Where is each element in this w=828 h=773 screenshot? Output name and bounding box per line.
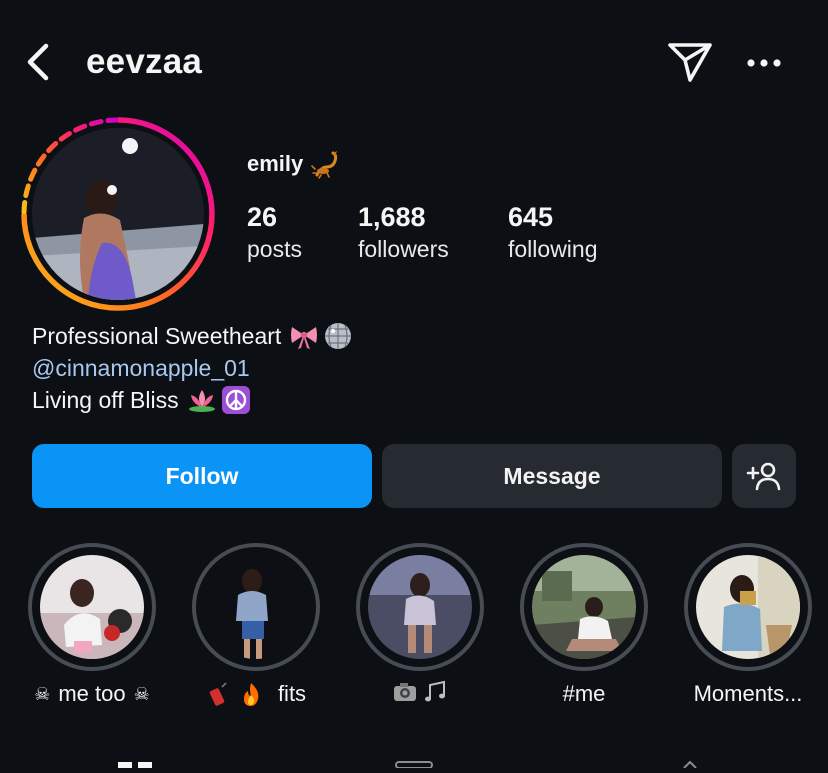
musical-notes-emoji	[425, 680, 445, 702]
message-button[interactable]: Message	[382, 444, 722, 508]
highlight-cover	[696, 555, 800, 659]
highlight-cover	[40, 555, 144, 659]
share-button[interactable]	[666, 40, 714, 84]
profile-avatar[interactable]	[16, 112, 220, 316]
stat-followers[interactable]: 1,688 followers	[358, 200, 449, 264]
stat-following[interactable]: 645 following	[508, 200, 598, 264]
highlight-item[interactable]	[338, 543, 502, 705]
firecracker-emoji	[209, 682, 227, 706]
highlight-label: fits	[277, 681, 307, 706]
highlight-label-row	[338, 679, 502, 705]
scorpion-emoji	[311, 151, 338, 179]
highlight-label: me too	[58, 681, 126, 706]
highlight-cover	[368, 555, 472, 659]
highlight-ring	[192, 543, 320, 671]
stat-posts[interactable]: 26 posts	[247, 200, 302, 264]
highlight-cover	[204, 555, 308, 659]
skull-crossbones-emoji: ☠	[133, 684, 150, 704]
highlight-label: #me	[562, 681, 606, 706]
skull-crossbones-emoji: ☠	[34, 684, 51, 704]
bio-mention-link[interactable]: @cinnamonapple_01	[32, 352, 250, 384]
profile-username: eevzaa	[86, 42, 203, 81]
highlight-ring	[520, 543, 648, 671]
bio: Professional Sweetheart @cinnamonapple_0…	[32, 320, 353, 416]
highlight-ring	[28, 543, 156, 671]
lotus-emoji	[188, 390, 215, 412]
profile-tabs-peek	[0, 755, 828, 769]
highlight-item[interactable]: fits	[174, 543, 338, 709]
stat-posts-label: posts	[247, 236, 302, 262]
highlight-ring	[684, 543, 812, 671]
highlight-ring	[356, 543, 484, 671]
peace-symbol-emoji	[221, 386, 250, 414]
top-bar: eevzaa	[0, 0, 828, 125]
stat-following-value: 645	[508, 202, 554, 232]
avatar-photo	[32, 128, 204, 300]
fire-emoji	[243, 683, 259, 706]
highlight-label: Moments...	[693, 681, 803, 706]
highlight-label-row: #me	[502, 679, 666, 709]
back-button[interactable]	[22, 40, 58, 84]
stat-following-label: following	[508, 236, 598, 262]
ribbon-emoji	[291, 327, 318, 349]
highlight-cover	[532, 555, 636, 659]
camera-flash-emoji	[394, 683, 416, 701]
add-person-icon	[746, 462, 781, 491]
stat-followers-label: followers	[358, 236, 449, 262]
highlight-label-row: ☠ me too ☠	[10, 679, 174, 709]
stat-followers-value: 1,688	[358, 202, 426, 232]
chevron-left-icon	[27, 43, 49, 81]
highlight-item[interactable]: ☠ me too ☠	[10, 543, 174, 709]
more-horizontal-icon	[747, 59, 781, 67]
highlight-label-row: fits	[174, 679, 338, 709]
highlight-label-row: Moments...	[666, 679, 828, 709]
more-options-button[interactable]	[744, 48, 784, 78]
display-name: emily	[247, 151, 304, 176]
highlight-item[interactable]: #me	[502, 543, 666, 709]
follow-button[interactable]: Follow	[32, 444, 372, 508]
stat-posts-value: 26	[247, 202, 278, 232]
paper-plane-icon	[668, 43, 712, 82]
bio-line-1: Professional Sweetheart	[32, 323, 282, 349]
display-name-row: emily	[247, 147, 343, 181]
bio-line-3: Living off Bliss	[32, 387, 179, 413]
suggested-accounts-button[interactable]	[732, 444, 796, 508]
disco-ball-emoji	[325, 323, 352, 349]
highlight-item[interactable]: Moments...	[666, 543, 828, 709]
avatar-image	[32, 128, 204, 300]
